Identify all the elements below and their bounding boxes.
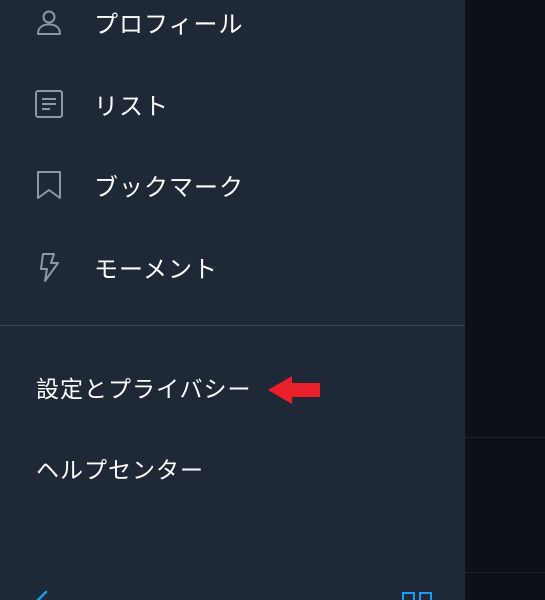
menu-item-lists[interactable]: リスト xyxy=(0,74,465,134)
menu-item-label: モーメント xyxy=(94,255,219,284)
menu-item-bookmarks[interactable]: ブックマーク xyxy=(0,155,465,215)
side-drawer: プロフィール リスト ブックマーク モーメント 設定とプライバシー ヘルプセンタ… xyxy=(0,0,465,600)
menu-item-moments[interactable]: モーメント xyxy=(0,237,465,297)
settings-privacy-link[interactable]: 設定とプライバシー xyxy=(36,370,252,404)
menu-item-label: プロフィール xyxy=(94,10,244,39)
section-divider xyxy=(0,325,465,326)
back-icon[interactable] xyxy=(34,590,48,600)
timeline-divider xyxy=(465,437,545,438)
person-icon xyxy=(34,7,64,37)
menu-item-label: ブックマーク xyxy=(94,173,244,202)
red-arrow-icon xyxy=(268,376,320,404)
lightning-icon xyxy=(34,252,64,282)
qr-code-icon[interactable] xyxy=(402,592,432,600)
menu-item-label: リスト xyxy=(94,92,169,121)
app-screen: icotte プロフィール xyxy=(0,0,545,600)
tab-bar-divider xyxy=(465,572,545,573)
list-icon xyxy=(34,89,64,119)
timeline-backdrop[interactable]: icotte xyxy=(465,0,545,600)
help-center-link[interactable]: ヘルプセンター xyxy=(36,451,204,485)
menu-item-profile[interactable]: プロフィール xyxy=(0,0,465,52)
bookmark-icon xyxy=(34,170,64,200)
